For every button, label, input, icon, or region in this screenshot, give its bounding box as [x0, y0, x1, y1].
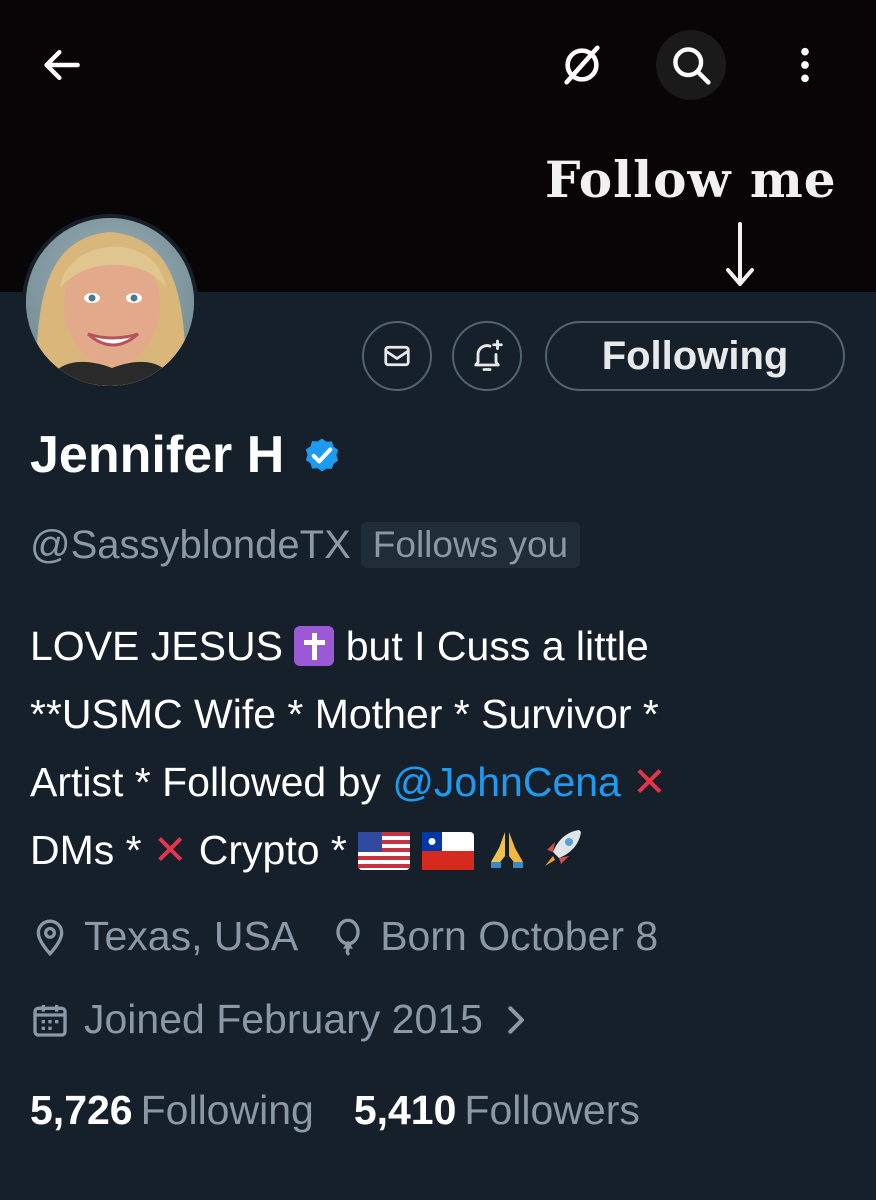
avatar[interactable] [22, 214, 198, 390]
followers-count: 5,410 [353, 1087, 457, 1133]
rocket-icon [541, 822, 585, 890]
profile-name: Jennifer H [30, 426, 285, 484]
following-count: 5,726 [30, 1087, 133, 1133]
mail-icon [384, 345, 410, 367]
latin-cross-icon [294, 626, 335, 666]
arrow-left-icon [44, 49, 80, 81]
cross-mark-icon: ✕ [632, 759, 667, 805]
joined-row[interactable]: Joined February 2015 [30, 996, 531, 1043]
calendar-icon [30, 998, 70, 1042]
message-button[interactable] [362, 321, 432, 391]
chile-flag-icon [421, 822, 474, 890]
profile-handle: @SassyblondeTX [30, 522, 351, 567]
bio-line-1: LOVE JESUS but I Cuss a little [30, 623, 649, 669]
location-pin-icon [30, 915, 70, 959]
us-flag-icon [358, 822, 411, 890]
follows-you-badge: Follows you [360, 522, 581, 568]
following-button[interactable]: Following [545, 321, 845, 391]
location-birthday-row: Texas, USA Born October 8 [30, 913, 658, 960]
back-button[interactable] [28, 30, 98, 100]
handle-row: @SassyblondeTX Follows you [30, 522, 581, 568]
following-label: Following [140, 1087, 314, 1133]
chevron-right-icon [503, 1000, 531, 1040]
praying-hands-icon [485, 822, 529, 890]
birthday-text: Born October 8 [380, 913, 659, 959]
bio-line-4: DMs * ✕ Crypto * [30, 816, 860, 890]
joined-text: Joined February 2015 [84, 996, 483, 1042]
profile-bio: LOVE JESUS but I Cuss a little **USMC Wi… [30, 612, 860, 890]
search-icon [673, 47, 711, 85]
followers-label: Followers [464, 1087, 640, 1133]
grok-icon [564, 45, 600, 85]
grok-button[interactable] [547, 30, 617, 100]
bio-line-3: Artist * Followed by @JohnCena ✕ [30, 759, 667, 805]
balloon-icon [328, 915, 368, 959]
location-text: Texas, USA [84, 913, 299, 959]
cross-mark-icon: ✕ [153, 827, 188, 873]
more-vertical-icon [801, 47, 809, 83]
follow-stats: 5,726 Following 5,410 Followers [30, 1087, 640, 1134]
notifications-button[interactable] [452, 321, 522, 391]
arrow-down-icon [722, 222, 758, 293]
bio-line-2: **USMC Wife * Mother * Survivor * [30, 691, 659, 737]
followers-stat[interactable]: 5,410 Followers [354, 1087, 640, 1134]
search-button[interactable] [656, 30, 726, 100]
bell-plus-icon [474, 339, 503, 371]
banner-caption: Follow me [545, 150, 837, 209]
following-stat[interactable]: 5,726 Following [30, 1087, 314, 1134]
mention-link[interactable]: @JohnCena [392, 759, 621, 805]
more-button[interactable] [770, 30, 840, 100]
verified-badge-icon[interactable] [300, 433, 344, 482]
profile-name-row: Jennifer H [30, 425, 344, 485]
